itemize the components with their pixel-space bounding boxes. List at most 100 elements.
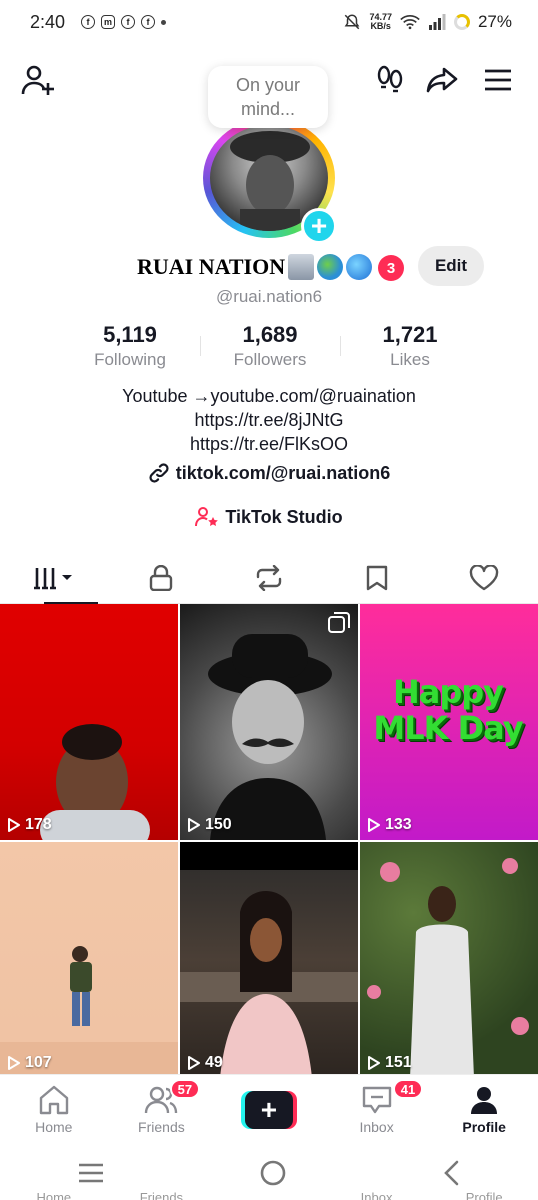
stat-followers[interactable]: 1,689 Followers <box>200 322 340 372</box>
play-icon <box>8 1056 20 1070</box>
link-icon <box>149 463 169 483</box>
ghost-label <box>215 1190 323 1200</box>
stat-label: Following <box>94 350 166 369</box>
menu-button[interactable] <box>478 58 518 102</box>
more-notifications-dot <box>161 19 167 25</box>
video-tile[interactable]: 150 <box>180 604 358 840</box>
view-count-text: 49 <box>205 1054 223 1071</box>
home-circle-icon[interactable] <box>259 1159 287 1187</box>
share-profile-button[interactable] <box>422 58 462 102</box>
profile-icon <box>471 1087 498 1114</box>
nav-profile[interactable]: Profile <box>430 1075 538 1144</box>
bio: Youtube →youtube.com/@ruaination https:/… <box>0 384 538 456</box>
tab-favorites[interactable] <box>323 552 431 603</box>
inbox-icon <box>362 1086 391 1114</box>
facebook-notification-icon: f <box>81 15 96 29</box>
nav-home[interactable]: Home <box>0 1075 108 1144</box>
video-tile[interactable]: Happy MLK Day 133 <box>360 604 538 840</box>
view-count: 133 <box>368 816 412 834</box>
signal-icon <box>428 14 446 30</box>
view-count: 107 <box>8 1054 52 1072</box>
view-count-text: 107 <box>25 1054 52 1071</box>
view-count: 150 <box>188 816 232 834</box>
nav-inbox[interactable]: 41 Inbox <box>323 1075 431 1144</box>
add-user-icon <box>21 65 54 95</box>
video-thumbnail <box>0 946 178 1078</box>
nav-friends-label: Friends <box>138 1119 185 1135</box>
add-story-button[interactable]: + <box>301 208 337 244</box>
mute-icon <box>345 14 360 30</box>
stat-value: 1,689 <box>242 322 298 347</box>
video-tile[interactable]: 107 <box>0 842 178 1078</box>
studio-icon <box>195 507 219 527</box>
footprints-icon <box>377 65 403 93</box>
heart-icon <box>469 564 499 590</box>
view-count-text: 133 <box>385 816 412 833</box>
play-icon <box>368 1056 380 1070</box>
bottom-nav: Home 57 Friends + 41 Inbox Profile <box>0 1074 538 1144</box>
stat-likes[interactable]: 1,721 Likes <box>340 322 480 372</box>
edit-profile-button[interactable]: Edit <box>418 246 484 286</box>
back-icon[interactable] <box>441 1160 461 1186</box>
globe-emoji-icon <box>317 254 343 280</box>
facebook-notification-icon-3: f <box>141 15 156 29</box>
video-tile[interactable]: 178 <box>0 604 178 840</box>
net-speed: 74.77 KB/s <box>369 13 392 31</box>
video-tile[interactable]: 49 <box>180 842 358 1078</box>
bio-line: https://tr.ee/8jJNtG <box>194 410 344 430</box>
view-count-text: 151 <box>385 1054 412 1071</box>
tab-reposts[interactable] <box>215 552 323 603</box>
stat-value: 1,721 <box>382 322 438 347</box>
globe-meridians-emoji-icon <box>346 254 372 280</box>
video-grid: 178 150 Happy MLK Day 133 107 49 151 <box>0 604 538 1078</box>
add-friend-button[interactable] <box>18 58 58 102</box>
stat-value: 5,119 <box>103 322 157 347</box>
tab-private[interactable] <box>108 552 216 603</box>
recent-apps-icon[interactable] <box>77 1162 105 1184</box>
friends-badge: 57 <box>169 1079 201 1099</box>
battery-percent: 27% <box>477 12 512 31</box>
view-count: 49 <box>188 1054 223 1072</box>
play-icon <box>368 818 380 832</box>
profile-stats: 5,119 Following 1,689 Followers 1,721 Li… <box>60 322 480 372</box>
play-icon <box>188 1056 200 1070</box>
bank-emoji-icon <box>288 254 314 280</box>
tiktok-studio-button[interactable]: TikTok Studio <box>0 506 538 528</box>
play-icon <box>8 818 20 832</box>
view-count-text: 150 <box>205 816 232 833</box>
profile-avatar[interactable]: + <box>203 118 337 244</box>
profile-link[interactable]: tiktok.com/@ruai.nation6 <box>0 462 538 484</box>
bookmark-icon <box>366 565 387 590</box>
video-thumbnail <box>208 634 332 840</box>
create-button[interactable]: + <box>240 1091 297 1129</box>
hamburger-menu-icon <box>485 69 511 91</box>
video-thumbnail <box>180 842 358 1078</box>
name-emojis <box>288 254 372 280</box>
wifi-icon <box>400 15 420 30</box>
stat-label: Likes <box>390 350 430 369</box>
play-icon <box>188 818 200 832</box>
status-bar: 2:40 f m f f 74.77 KB/s 27% <box>0 0 538 44</box>
bio-line: Youtube →youtube.com/@ruaination <box>122 386 416 406</box>
multi-photo-icon <box>328 612 350 633</box>
stat-following[interactable]: 5,119 Following <box>60 322 200 372</box>
battery-icon <box>453 14 470 30</box>
footprints-button[interactable] <box>370 58 410 102</box>
net-speed-unit: KB/s <box>370 21 391 31</box>
profile-link-text: tiktok.com/@ruai.nation6 <box>175 462 391 483</box>
plus-icon: + <box>244 1091 293 1129</box>
status-note-text: On your mind... <box>235 75 301 119</box>
video-thumbnail <box>40 724 150 840</box>
status-note-bubble[interactable]: On your mind... <box>208 66 328 128</box>
video-tile[interactable]: 151 <box>360 842 538 1078</box>
tab-liked[interactable] <box>430 552 538 603</box>
notification-badge[interactable]: 3 <box>378 255 404 281</box>
nav-home-label: Home <box>35 1119 73 1135</box>
nav-create[interactable]: + <box>215 1075 323 1144</box>
nav-friends[interactable]: 57 Friends <box>108 1075 216 1144</box>
ghost-label: Home <box>36 1190 72 1200</box>
notification-icons: f m f f <box>81 15 167 29</box>
ghost-label: Profile <box>465 1190 503 1200</box>
tab-videos[interactable] <box>0 552 108 604</box>
studio-label: TikTok Studio <box>225 506 343 527</box>
